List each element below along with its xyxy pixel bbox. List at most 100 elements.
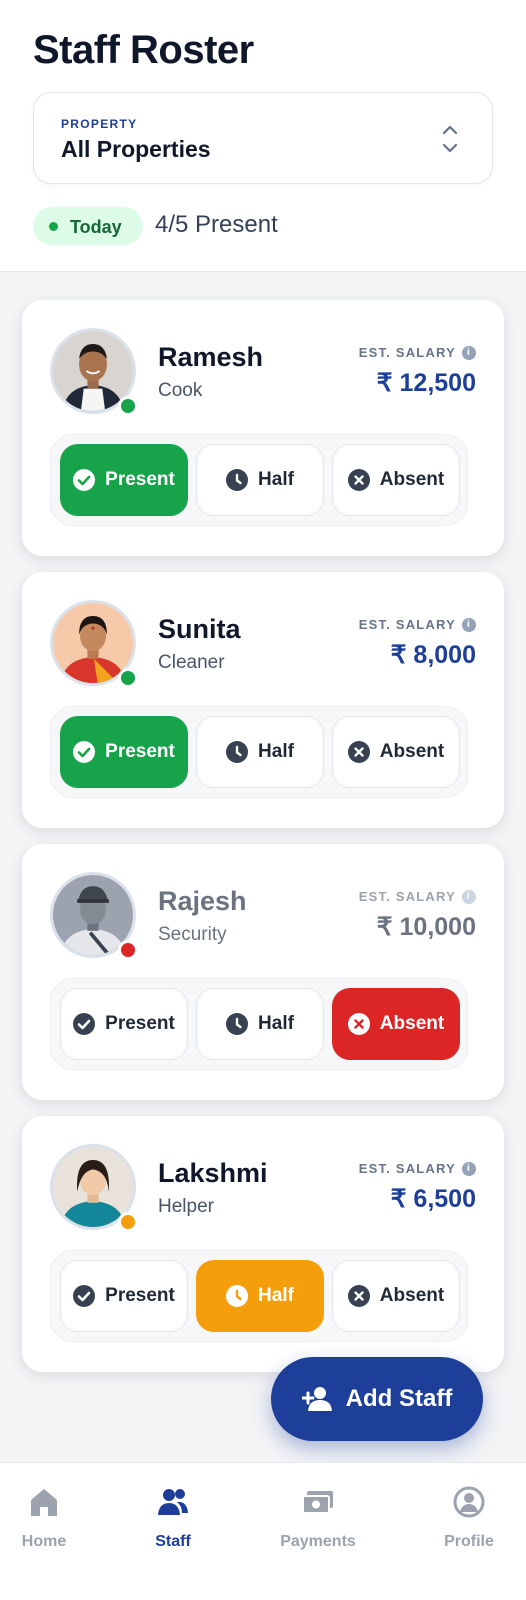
header: Staff Roster PROPERTY All Properties Tod… [0, 0, 526, 272]
status-dot [118, 396, 138, 416]
attendance-toggle: Present Half Absent [50, 1250, 468, 1342]
absent-label: Absent [379, 741, 445, 762]
avatar [50, 328, 138, 416]
avatar [50, 872, 138, 960]
user-circle-icon [453, 1486, 485, 1518]
today-label: Today [70, 217, 122, 237]
property-select[interactable]: PROPERTY All Properties [33, 92, 493, 184]
info-icon[interactable]: i [462, 617, 476, 632]
half-button[interactable]: Half [196, 1260, 324, 1332]
nav-staff[interactable]: Staff [118, 1463, 228, 1573]
check-circle-icon [73, 741, 96, 763]
staff-role: Helper [158, 1196, 214, 1217]
salary-value: ₹ 6,500 [390, 1185, 476, 1213]
clock-icon [226, 741, 249, 763]
clock-icon [226, 1013, 249, 1035]
salary-value: ₹ 8,000 [390, 641, 476, 669]
add-staff-button[interactable]: Add Staff [271, 1357, 483, 1441]
half-label: Half [258, 1013, 294, 1034]
present-button[interactable]: Present [60, 716, 188, 788]
nav-profile[interactable]: Profile [414, 1463, 524, 1573]
present-label: Present [105, 741, 175, 762]
avatar [50, 1144, 138, 1232]
present-label: Present [105, 1285, 175, 1306]
salary-label: EST. SALARY i [359, 1161, 476, 1176]
present-summary: 4/5 Present [155, 211, 278, 238]
salary-label: EST. SALARY i [359, 889, 476, 904]
people-icon [158, 1489, 188, 1515]
absent-label: Absent [379, 1285, 445, 1306]
staff-name: Sunita [158, 614, 241, 644]
salary-value: ₹ 10,000 [376, 913, 476, 941]
check-circle-icon [73, 1013, 96, 1035]
present-button[interactable]: Present [60, 988, 188, 1060]
add-person-icon [301, 1387, 332, 1411]
half-label: Half [258, 469, 294, 490]
x-circle-icon [347, 469, 370, 491]
status-dot [118, 940, 138, 960]
attendance-toggle: Present Half Absent [50, 978, 468, 1070]
avatar [50, 600, 138, 688]
nav-payments[interactable]: Payments [263, 1463, 373, 1573]
present-label: Present [105, 469, 175, 490]
nav-home-label: Home [21, 1533, 67, 1550]
nav-profile-label: Profile [444, 1533, 494, 1550]
info-icon[interactable]: i [462, 1161, 476, 1176]
salary-label-text: EST. SALARY [358, 345, 456, 360]
nav-home[interactable]: Home [0, 1463, 99, 1573]
staff-card: Ramesh Cook EST. SALARY i ₹ 12,500 Presen… [22, 300, 504, 556]
staff-card: Rajesh Security EST. SALARY i ₹ 10,000 Pr… [22, 844, 504, 1100]
bottom-nav: Home Staff Payments Profile [0, 1462, 526, 1600]
x-circle-icon [347, 1013, 370, 1035]
page-title: Staff Roster [33, 28, 254, 72]
present-button[interactable]: Present [60, 1260, 188, 1332]
half-button[interactable]: Half [196, 444, 324, 516]
attendance-toggle: Present Half Absent [50, 434, 468, 526]
today-dot-icon [49, 222, 58, 231]
half-button[interactable]: Half [196, 716, 324, 788]
status-dot [118, 1212, 138, 1232]
present-button[interactable]: Present [60, 444, 188, 516]
property-label: PROPERTY [61, 117, 138, 131]
nav-payments-label: Payments [280, 1533, 356, 1550]
staff-card: Lakshmi Helper EST. SALARY i ₹ 6,500 Pres… [22, 1116, 504, 1372]
salary-label-text: EST. SALARY [358, 1161, 456, 1176]
x-circle-icon [347, 741, 370, 763]
chevron-up-down-icon [442, 125, 458, 153]
attendance-toggle: Present Half Absent [50, 706, 468, 798]
staff-name: Rajesh [158, 886, 247, 916]
info-icon[interactable]: i [462, 889, 476, 904]
check-circle-icon [73, 469, 96, 491]
absent-button[interactable]: Absent [332, 988, 460, 1060]
home-icon [31, 1489, 57, 1516]
absent-label: Absent [379, 469, 445, 490]
half-button[interactable]: Half [196, 988, 324, 1060]
absent-button[interactable]: Absent [332, 716, 460, 788]
nav-staff-label: Staff [155, 1533, 191, 1550]
money-icon [302, 1491, 333, 1514]
present-label: Present [105, 1013, 175, 1034]
salary-value: ₹ 12,500 [376, 369, 476, 397]
staff-role: Cleaner [158, 652, 225, 673]
absent-label: Absent [379, 1013, 445, 1034]
property-value: All Properties [61, 136, 211, 162]
status-dot [118, 668, 138, 688]
staff-name: Lakshmi [158, 1158, 268, 1188]
clock-icon [226, 469, 249, 491]
staff-role: Cook [158, 380, 203, 401]
info-icon[interactable]: i [462, 345, 476, 360]
staff-card: Sunita Cleaner EST. SALARY i ₹ 8,000 Pres… [22, 572, 504, 828]
salary-label: EST. SALARY i [359, 617, 476, 632]
staff-role: Security [158, 924, 227, 945]
clock-icon [226, 1285, 249, 1307]
half-label: Half [258, 1285, 294, 1306]
add-staff-label: Add Staff [345, 1385, 453, 1412]
check-circle-icon [73, 1285, 96, 1307]
salary-label-text: EST. SALARY [358, 889, 456, 904]
absent-button[interactable]: Absent [332, 444, 460, 516]
staff-name: Ramesh [158, 342, 264, 372]
absent-button[interactable]: Absent [332, 1260, 460, 1332]
half-label: Half [258, 741, 294, 762]
salary-label: EST. SALARY i [359, 345, 476, 360]
x-circle-icon [347, 1285, 370, 1307]
